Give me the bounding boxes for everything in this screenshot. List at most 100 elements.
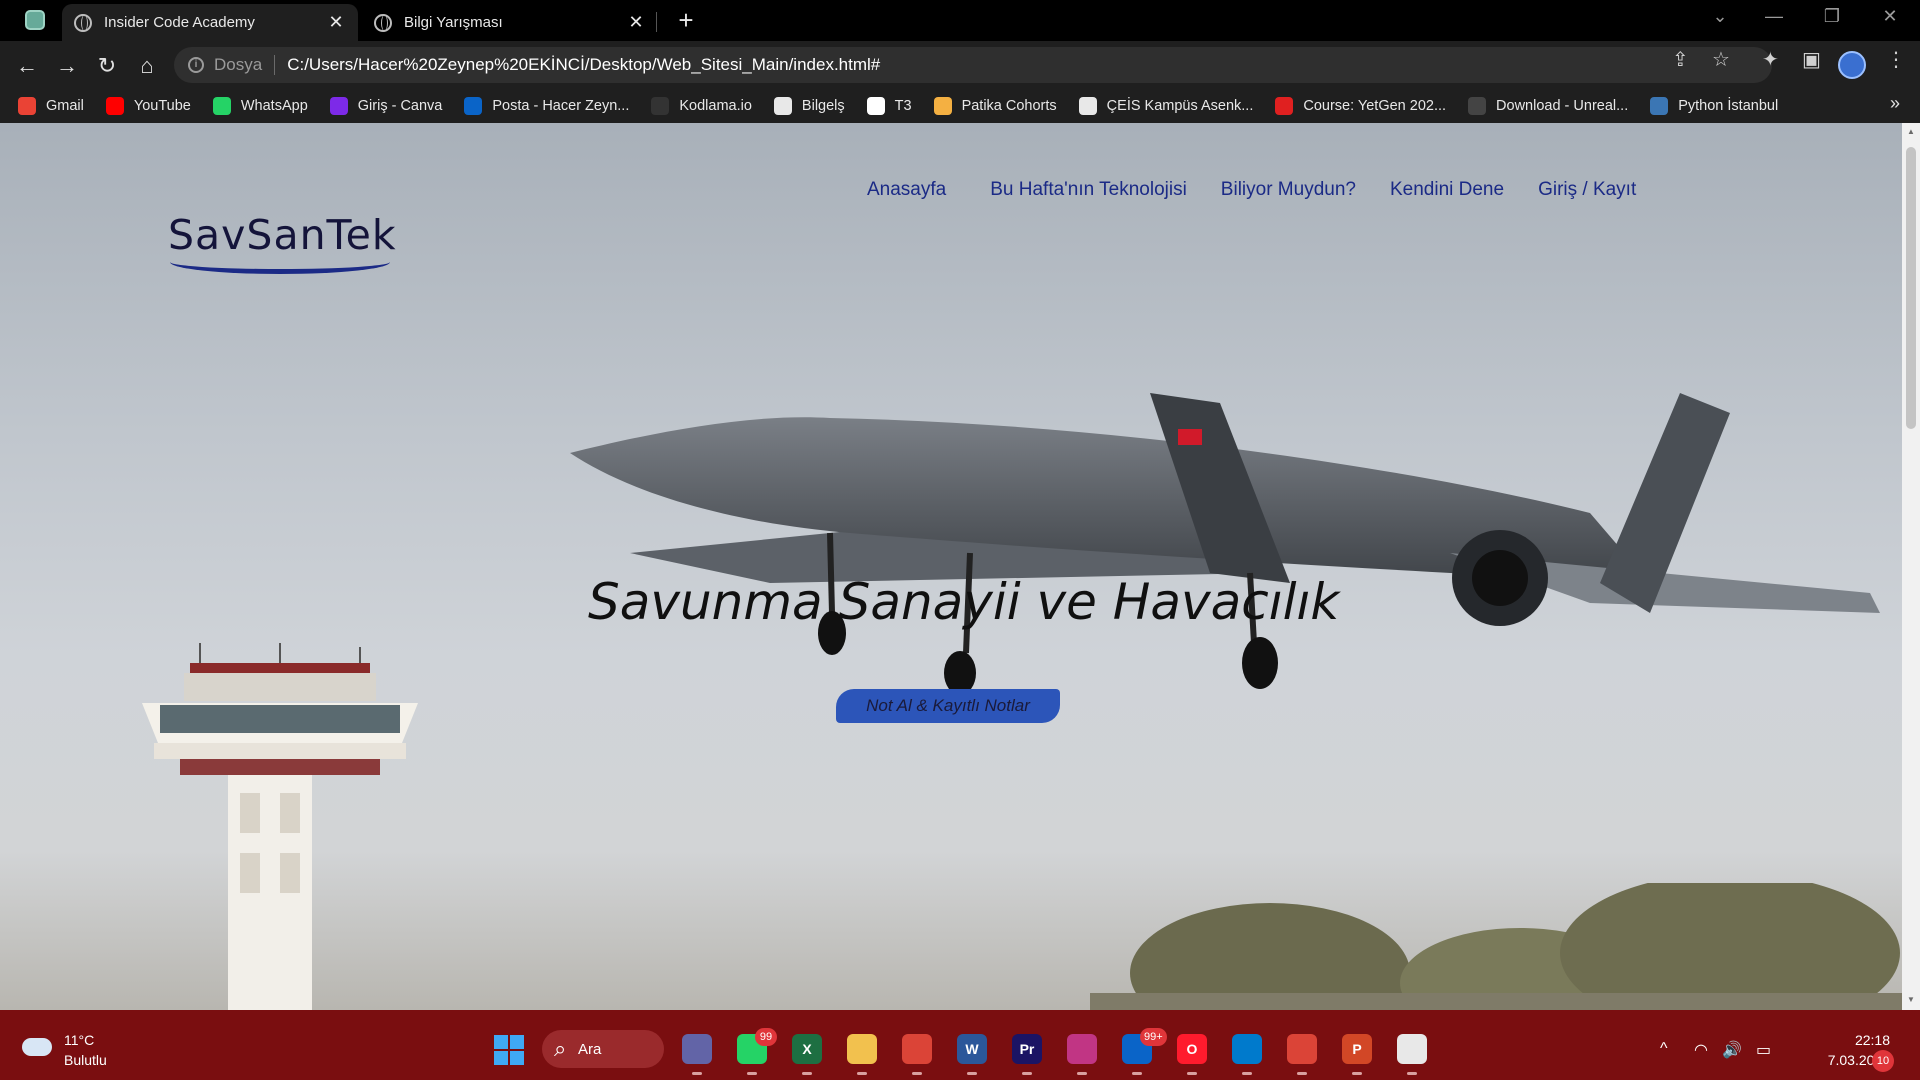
home-button[interactable]: ⌂ xyxy=(134,53,160,79)
running-indicator xyxy=(1352,1072,1362,1075)
running-indicator xyxy=(1297,1072,1307,1075)
bookmark-item[interactable]: Giriş - Canva xyxy=(329,97,442,115)
share-icon[interactable]: ⇪ xyxy=(1672,47,1689,72)
reload-button[interactable]: ↻ xyxy=(94,53,120,79)
bookmark-label: Download - Unreal... xyxy=(1496,98,1629,114)
yetgen-icon xyxy=(1275,97,1294,115)
address-scheme-label: Dosya xyxy=(214,55,263,74)
windows-taskbar: 11°C Bulutlu Ara ^ ◠ 🔊 ▭ 22:18 7.03.2023… xyxy=(0,1010,1920,1080)
clock-time[interactable]: 22:18 xyxy=(1828,1032,1890,1048)
close-tab-icon[interactable]: ✕ xyxy=(626,12,646,33)
menu-icon[interactable]: ⋮ xyxy=(1886,47,1906,72)
bookmark-item[interactable]: WhatsApp xyxy=(212,97,308,115)
scroll-down-icon[interactable]: ▼ xyxy=(1906,995,1916,1004)
running-indicator xyxy=(802,1072,812,1075)
bookmarks-bar: Gmail YouTube WhatsApp Giriş - Canva Posta -… xyxy=(0,89,1920,123)
side-panel-icon[interactable]: ▣ xyxy=(1802,47,1821,72)
browser-toolbar: ← → ↻ ⌂ i Dosya C:/Users/Hacer%20Zeynep%… xyxy=(0,41,1920,89)
bookmark-label: YouTube xyxy=(133,98,191,114)
tray-chevron-icon[interactable]: ^ xyxy=(1660,1040,1668,1058)
tab-insider-code-academy[interactable]: Insider Code Academy ✕ xyxy=(62,4,358,41)
tab-search-icon[interactable]: ⌄ xyxy=(1706,6,1734,27)
volume-icon[interactable]: 🔊 xyxy=(1722,1040,1742,1060)
globe-icon xyxy=(74,13,92,32)
page-scrollbar[interactable]: ▲ ▼ xyxy=(1902,123,1920,1010)
bookmark-star-icon[interactable]: ☆ xyxy=(1712,47,1730,72)
restore-button[interactable]: ❐ xyxy=(1818,6,1846,27)
bookmark-item[interactable]: Python İstanbul xyxy=(1650,97,1778,115)
nav-kendini-dene[interactable]: Kendini Dene xyxy=(1390,179,1504,201)
youtube-icon xyxy=(105,97,124,115)
hero-title: Savunma Sanayii ve Havacılık xyxy=(588,573,1340,631)
bookmark-item[interactable]: YouTube xyxy=(105,97,191,115)
site-nav: Anasayfa Bu Hafta'nın Teknolojisi Biliyo… xyxy=(867,179,1670,201)
bookmark-label: Course: YetGen 202... xyxy=(1303,98,1447,114)
address-bar[interactable]: i Dosya C:/Users/Hacer%20Zeynep%20EKİNCİ… xyxy=(174,47,1772,83)
vscode-icon[interactable] xyxy=(1232,1034,1262,1064)
nav-biliyor-muydun[interactable]: Biliyor Muydun? xyxy=(1221,179,1356,201)
tab-bilgi-yarismasi[interactable]: Bilgi Yarışması ✕ xyxy=(362,4,658,41)
forward-button[interactable]: → xyxy=(54,53,80,79)
battery-icon[interactable]: ▭ xyxy=(1756,1040,1771,1060)
fighter-jet-image xyxy=(570,393,1880,695)
more-bookmarks-icon[interactable]: » xyxy=(1890,93,1900,114)
running-indicator xyxy=(1407,1072,1417,1075)
tab-title: Insider Code Academy xyxy=(104,14,255,31)
python-icon xyxy=(1650,97,1669,115)
opera-icon[interactable]: O xyxy=(1177,1034,1207,1064)
globe-icon xyxy=(773,97,792,115)
app-window-icon[interactable] xyxy=(25,10,45,30)
weather-description[interactable]: Bulutlu xyxy=(64,1052,107,1068)
close-tab-icon[interactable]: ✕ xyxy=(326,12,346,33)
logo-underline xyxy=(170,250,390,274)
running-indicator xyxy=(747,1072,757,1075)
nav-giris-kayit[interactable]: Giriş / Kayıt xyxy=(1538,179,1636,201)
chrome-profile-icon[interactable] xyxy=(1287,1034,1317,1064)
new-tab-button[interactable]: + xyxy=(672,6,700,34)
close-window-button[interactable]: ✕ xyxy=(1876,6,1904,27)
bookmark-item[interactable]: Download - Unreal... xyxy=(1468,97,1628,115)
running-indicator xyxy=(1022,1072,1032,1075)
info-icon[interactable]: i xyxy=(188,57,204,73)
cloud-icon[interactable] xyxy=(22,1038,52,1056)
bookmark-label: Python İstanbul xyxy=(1678,98,1779,114)
scroll-thumb[interactable] xyxy=(1906,147,1916,429)
address-url[interactable]: C:/Users/Hacer%20Zeynep%20EKİNCİ/Desktop… xyxy=(287,55,880,75)
teams-icon[interactable] xyxy=(682,1034,712,1064)
bookmark-item[interactable]: Course: YetGen 202... xyxy=(1275,97,1446,115)
nav-anasayfa[interactable]: Anasayfa xyxy=(867,179,946,201)
premiere-icon[interactable]: Pr xyxy=(1012,1034,1042,1064)
scroll-up-icon[interactable]: ▲ xyxy=(1906,127,1916,136)
control-tower-image xyxy=(142,643,418,1010)
start-button[interactable] xyxy=(494,1035,524,1065)
taskbar-search[interactable]: Ara xyxy=(542,1030,664,1068)
bookmark-item[interactable]: ÇEİS Kampüs Asenk... xyxy=(1078,97,1253,115)
bookmark-item[interactable]: Posta - Hacer Zeyn... xyxy=(464,97,629,115)
chrome-icon[interactable] xyxy=(902,1034,932,1064)
running-indicator xyxy=(967,1072,977,1075)
bookmark-item[interactable]: T3 xyxy=(866,97,912,115)
app-badge: 99+ xyxy=(1140,1028,1167,1046)
notes-button[interactable]: Not Al & Kayıtlı Notlar xyxy=(836,689,1060,723)
word-icon[interactable]: W xyxy=(957,1034,987,1064)
trees-image xyxy=(1090,883,1902,1010)
bookmark-item[interactable]: Gmail xyxy=(18,97,84,115)
wifi-icon[interactable]: ◠ xyxy=(1694,1040,1708,1060)
nav-bu-haftanin-teknolojisi[interactable]: Bu Hafta'nın Teknolojisi xyxy=(990,179,1187,201)
tab-separator xyxy=(656,12,657,32)
extensions-icon[interactable]: ✦ xyxy=(1762,47,1779,72)
back-button[interactable]: ← xyxy=(14,53,40,79)
bookmark-item[interactable]: Patika Cohorts xyxy=(933,97,1057,115)
snipping-tool-icon[interactable] xyxy=(1397,1034,1427,1064)
file-explorer-icon[interactable] xyxy=(847,1034,877,1064)
bookmark-item[interactable]: Bilgelş xyxy=(773,97,845,115)
excel-icon[interactable]: X xyxy=(792,1034,822,1064)
weather-temperature[interactable]: 11°C xyxy=(64,1032,94,1048)
notification-badge[interactable]: 10 xyxy=(1872,1050,1894,1072)
bookmark-label: T3 xyxy=(894,98,912,114)
bookmark-item[interactable]: Kodlama.io xyxy=(651,97,752,115)
profile-avatar[interactable] xyxy=(1838,51,1866,79)
instagram-icon[interactable] xyxy=(1067,1034,1097,1064)
minimize-button[interactable]: — xyxy=(1760,6,1788,27)
powerpoint-icon[interactable]: P xyxy=(1342,1034,1372,1064)
